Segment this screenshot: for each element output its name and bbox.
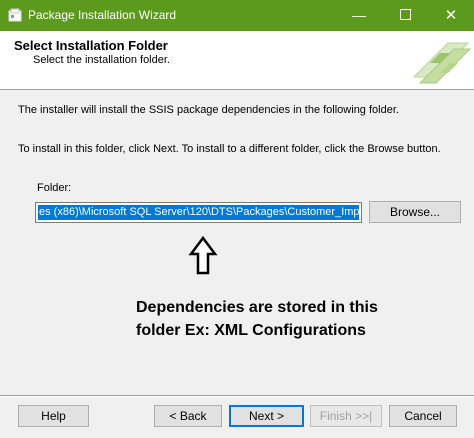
instruction-text: To install in this folder, click Next. T… <box>18 143 441 155</box>
close-icon: ✕ <box>444 7 458 24</box>
folder-path-input[interactable]: es (x86)\Microsoft SQL Server\120\DTS\Pa… <box>35 202 362 223</box>
wizard-banner-icon <box>412 42 472 84</box>
finish-button[interactable]: Finish >>| <box>310 405 382 427</box>
help-button[interactable]: Help <box>18 405 89 427</box>
back-button[interactable]: < Back <box>154 405 222 427</box>
wizard-header: Select Installation Folder Select the in… <box>0 31 474 90</box>
page-title: Select Installation Folder <box>14 38 168 53</box>
minimize-icon: — <box>352 7 366 23</box>
title-bar: Package Installation Wizard — ✕ <box>0 0 474 31</box>
package-icon <box>8 8 22 22</box>
next-button[interactable]: Next > <box>229 405 304 427</box>
folder-label: Folder: <box>37 182 72 194</box>
maximize-button[interactable] <box>382 0 428 31</box>
minimize-button[interactable]: — <box>336 0 382 31</box>
maximize-icon <box>399 9 411 21</box>
annotation-line-1: Dependencies are stored in this <box>136 299 378 316</box>
folder-path-value: es (x86)\Microsoft SQL Server\120\DTS\Pa… <box>38 205 359 220</box>
close-button[interactable]: ✕ <box>428 0 474 31</box>
annotation-text: Dependencies are stored in this folder E… <box>136 296 378 342</box>
window-title: Package Installation Wizard <box>28 8 177 22</box>
info-text: The installer will install the SSIS pack… <box>18 104 399 116</box>
cancel-button[interactable]: Cancel <box>389 405 457 427</box>
footer-divider <box>0 395 474 397</box>
page-subtitle: Select the installation folder. <box>33 54 170 66</box>
browse-button[interactable]: Browse... <box>369 201 461 223</box>
annotation-line-2: folder Ex: XML Configurations <box>136 322 366 339</box>
up-arrow-icon <box>188 236 218 275</box>
